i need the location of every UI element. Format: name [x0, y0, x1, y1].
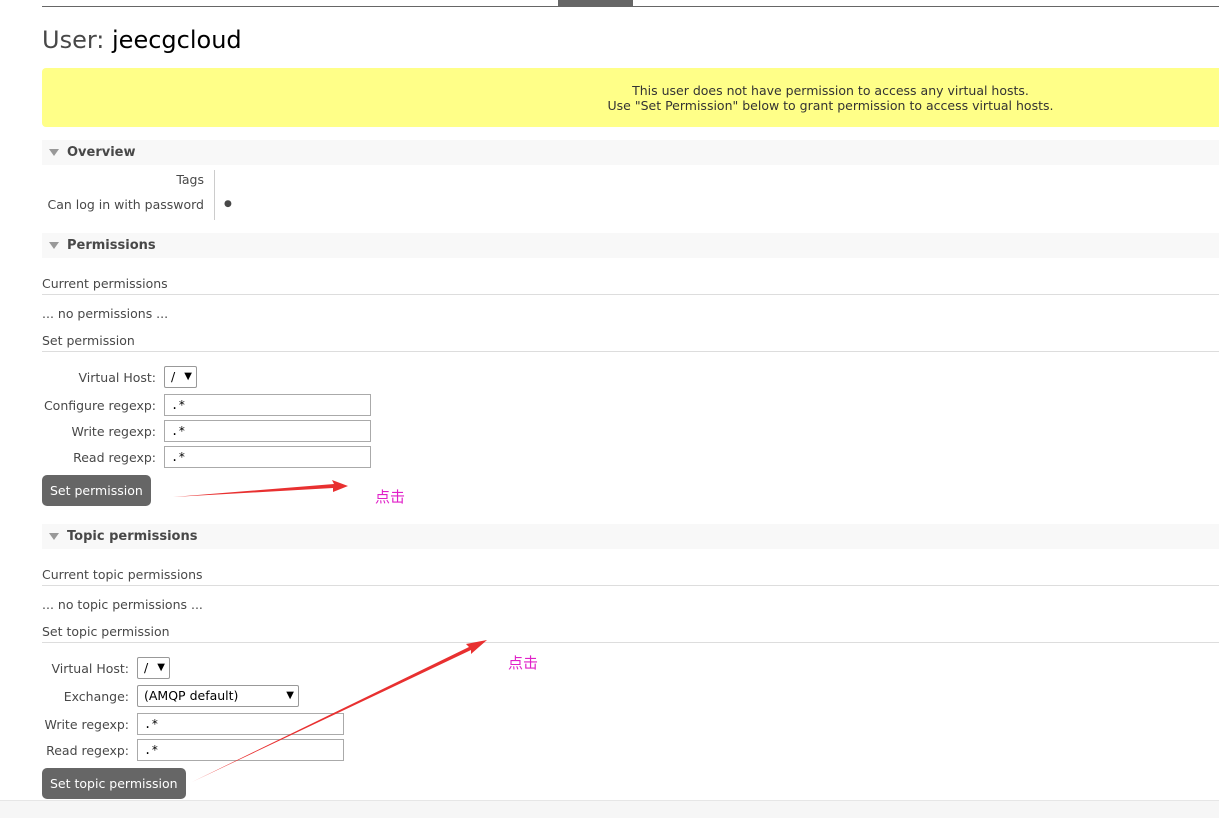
- red-arrow-icon: [192, 640, 487, 782]
- annotation-arrows: [173, 480, 487, 782]
- red-arrow-icon: [173, 480, 348, 497]
- page-footer: [0, 800, 1219, 818]
